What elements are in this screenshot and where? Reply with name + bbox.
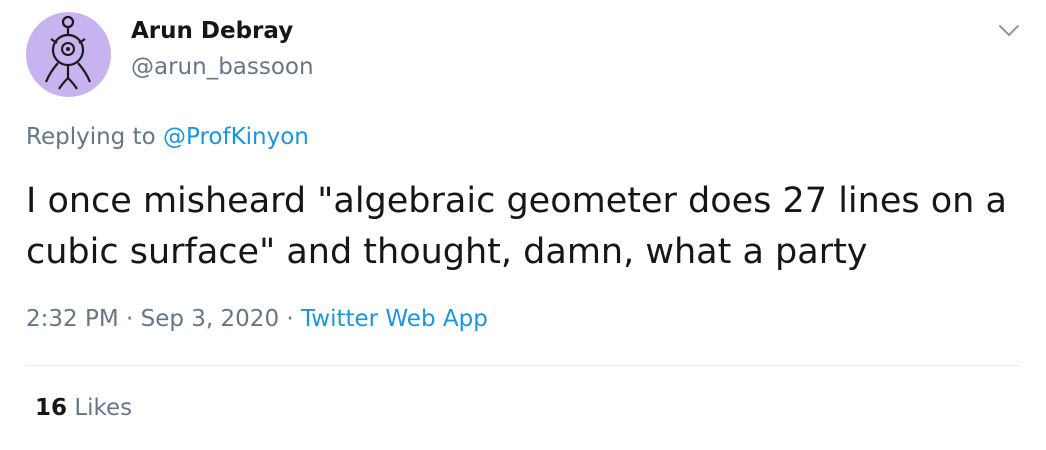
- divider: [26, 365, 1020, 366]
- meta-separator: ·: [126, 306, 134, 332]
- author-display-name[interactable]: Arun Debray: [131, 18, 293, 44]
- tweet-card: Arun Debray @arun_bassoon Replying to @P…: [0, 0, 1046, 450]
- meta-separator: ·: [286, 306, 294, 332]
- reply-prefix: Replying to: [26, 124, 156, 150]
- tweet-meta: 2:32 PM · Sep 3, 2020 · Twitter Web App: [26, 306, 488, 332]
- tweet-time[interactable]: 2:32 PM: [26, 306, 119, 332]
- chevron-down-icon: [999, 25, 1019, 36]
- creature-drawing-icon: [44, 15, 92, 90]
- likes-label: Likes: [74, 395, 133, 421]
- tweet-source-link[interactable]: Twitter Web App: [301, 306, 488, 332]
- tweet-text: I once misheard "algebraic geometer does…: [26, 181, 1007, 272]
- tweet-date[interactable]: Sep 3, 2020: [141, 306, 279, 332]
- tweet-menu-button[interactable]: [996, 20, 1022, 40]
- reply-context: Replying to @ProfKinyon: [26, 124, 309, 150]
- author-handle[interactable]: @arun_bassoon: [131, 54, 314, 80]
- likes-stat[interactable]: 16 Likes: [35, 395, 132, 421]
- avatar[interactable]: [26, 12, 111, 97]
- likes-count: 16: [35, 395, 68, 421]
- reply-mention-link[interactable]: @ProfKinyon: [163, 124, 309, 150]
